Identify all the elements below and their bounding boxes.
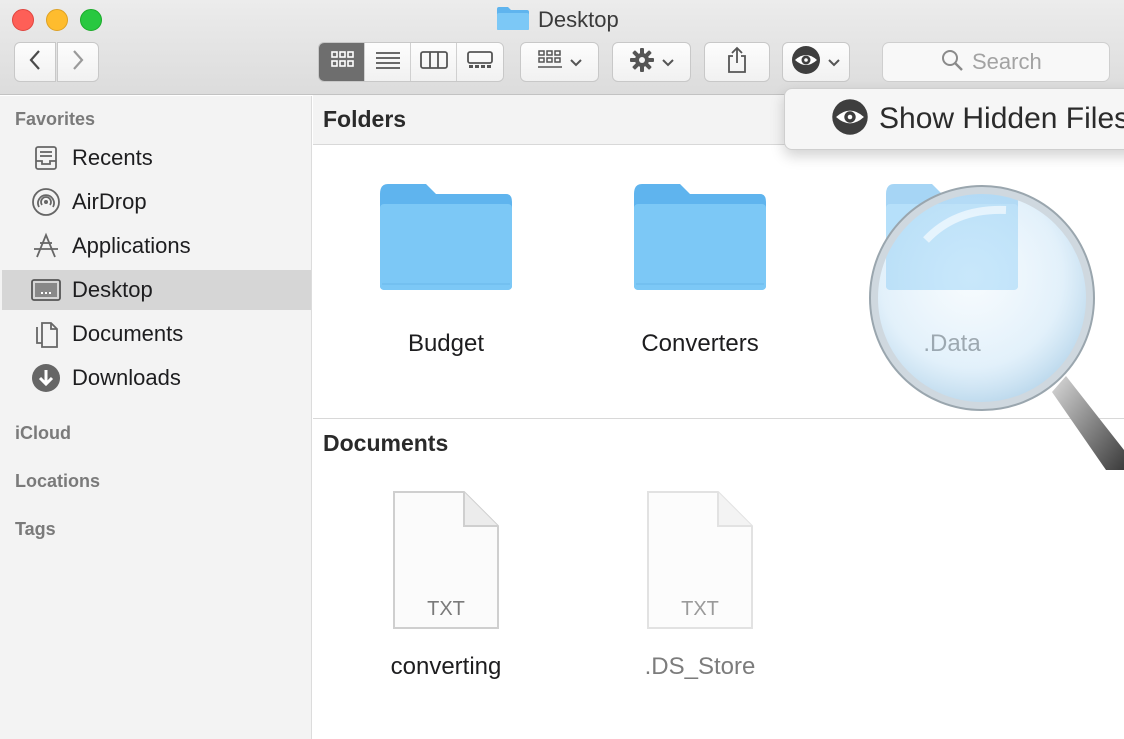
search-field[interactable]: [882, 42, 1110, 82]
file-type-badge: TXT: [681, 598, 719, 620]
search-input[interactable]: [972, 49, 1052, 75]
menu-item-label: Show Hidden Files: [879, 102, 1124, 135]
window-toolbar: Desktop: [0, 0, 1124, 95]
sidebar-item-downloads[interactable]: Downloads: [2, 358, 311, 398]
group-by-button[interactable]: [520, 42, 599, 82]
folder-icon: [496, 5, 530, 36]
download-icon: [30, 362, 62, 394]
sidebar-item-label: Downloads: [72, 365, 181, 390]
window-title: Desktop: [496, 6, 619, 34]
icon-view-button[interactable]: [319, 43, 365, 81]
airdrop-icon: [30, 186, 62, 218]
sidebar-item-airdrop[interactable]: AirDrop: [2, 182, 311, 222]
magnifying-glass-icon: [866, 180, 1124, 470]
document-item-ds-store-hidden[interactable]: TXT .DS_Store: [600, 490, 800, 690]
folder-name: Converters: [641, 330, 759, 357]
minimize-window-button[interactable]: [46, 9, 68, 31]
recents-icon: [30, 142, 62, 174]
sidebar-item-recents[interactable]: Recents: [2, 138, 311, 178]
group-grid-icon: [537, 49, 563, 76]
close-window-button[interactable]: [12, 9, 34, 31]
list-view-icon: [375, 50, 401, 75]
document-icon: [30, 318, 62, 350]
folder-icon: [378, 180, 514, 297]
desktop-icon: [30, 274, 62, 306]
file-name: .DS_Store: [644, 653, 756, 680]
folder-item-budget[interactable]: Budget: [346, 180, 546, 380]
chevron-down-icon: [827, 52, 841, 73]
folder-item-converters[interactable]: Converters: [600, 180, 800, 380]
share-button[interactable]: [704, 42, 770, 82]
chevron-down-icon: [569, 52, 583, 73]
sidebar-heading-icloud[interactable]: iCloud: [15, 423, 71, 444]
window-title-text: Desktop: [538, 7, 619, 32]
search-icon: [940, 48, 964, 77]
document-item-converting[interactable]: TXT converting: [346, 490, 546, 690]
column-view-icon: [419, 50, 448, 75]
sidebar-item-applications[interactable]: Applications: [2, 226, 311, 266]
icon-view-icon: [330, 50, 354, 75]
gallery-view-button[interactable]: [457, 43, 503, 81]
show-hidden-files-menu-item[interactable]: Show Hidden Files: [784, 88, 1124, 150]
sidebar-item-desktop[interactable]: Desktop: [2, 270, 311, 310]
folder-icon: [632, 180, 768, 297]
hidden-files-toggle-button[interactable]: [782, 42, 850, 82]
sidebar-heading-favorites: Favorites: [15, 109, 96, 129]
zoom-window-button[interactable]: [80, 9, 102, 31]
forward-button[interactable]: [57, 42, 99, 82]
sidebar-item-label: Documents: [72, 321, 184, 346]
chevron-left-icon: [28, 49, 42, 76]
sidebar-item-label: Desktop: [72, 277, 153, 302]
folder-name: Budget: [407, 330, 485, 357]
applications-icon: [30, 230, 62, 262]
sidebar: Favorites Recents AirDrop Applications D…: [0, 96, 312, 739]
sidebar-item-label: Applications: [72, 233, 191, 258]
file-name: converting: [390, 653, 502, 680]
sidebar-heading-tags[interactable]: Tags: [15, 519, 56, 540]
share-icon: [726, 46, 748, 79]
back-button[interactable]: [14, 42, 56, 82]
sidebar-item-documents[interactable]: Documents: [2, 314, 311, 354]
eye-icon: [831, 98, 869, 141]
eye-icon: [791, 45, 821, 80]
sidebar-item-label: AirDrop: [72, 189, 147, 214]
file-type-badge: TXT: [427, 598, 465, 620]
action-menu-button[interactable]: [612, 42, 691, 82]
list-view-button[interactable]: [365, 43, 411, 81]
sidebar-item-label: Recents: [72, 145, 153, 170]
chevron-right-icon: [71, 49, 85, 76]
sidebar-heading-locations[interactable]: Locations: [15, 471, 100, 492]
chevron-down-icon: [661, 52, 675, 73]
view-mode-selector: [318, 42, 504, 82]
gear-icon: [629, 47, 655, 78]
gallery-view-icon: [466, 50, 494, 75]
column-view-button[interactable]: [411, 43, 457, 81]
